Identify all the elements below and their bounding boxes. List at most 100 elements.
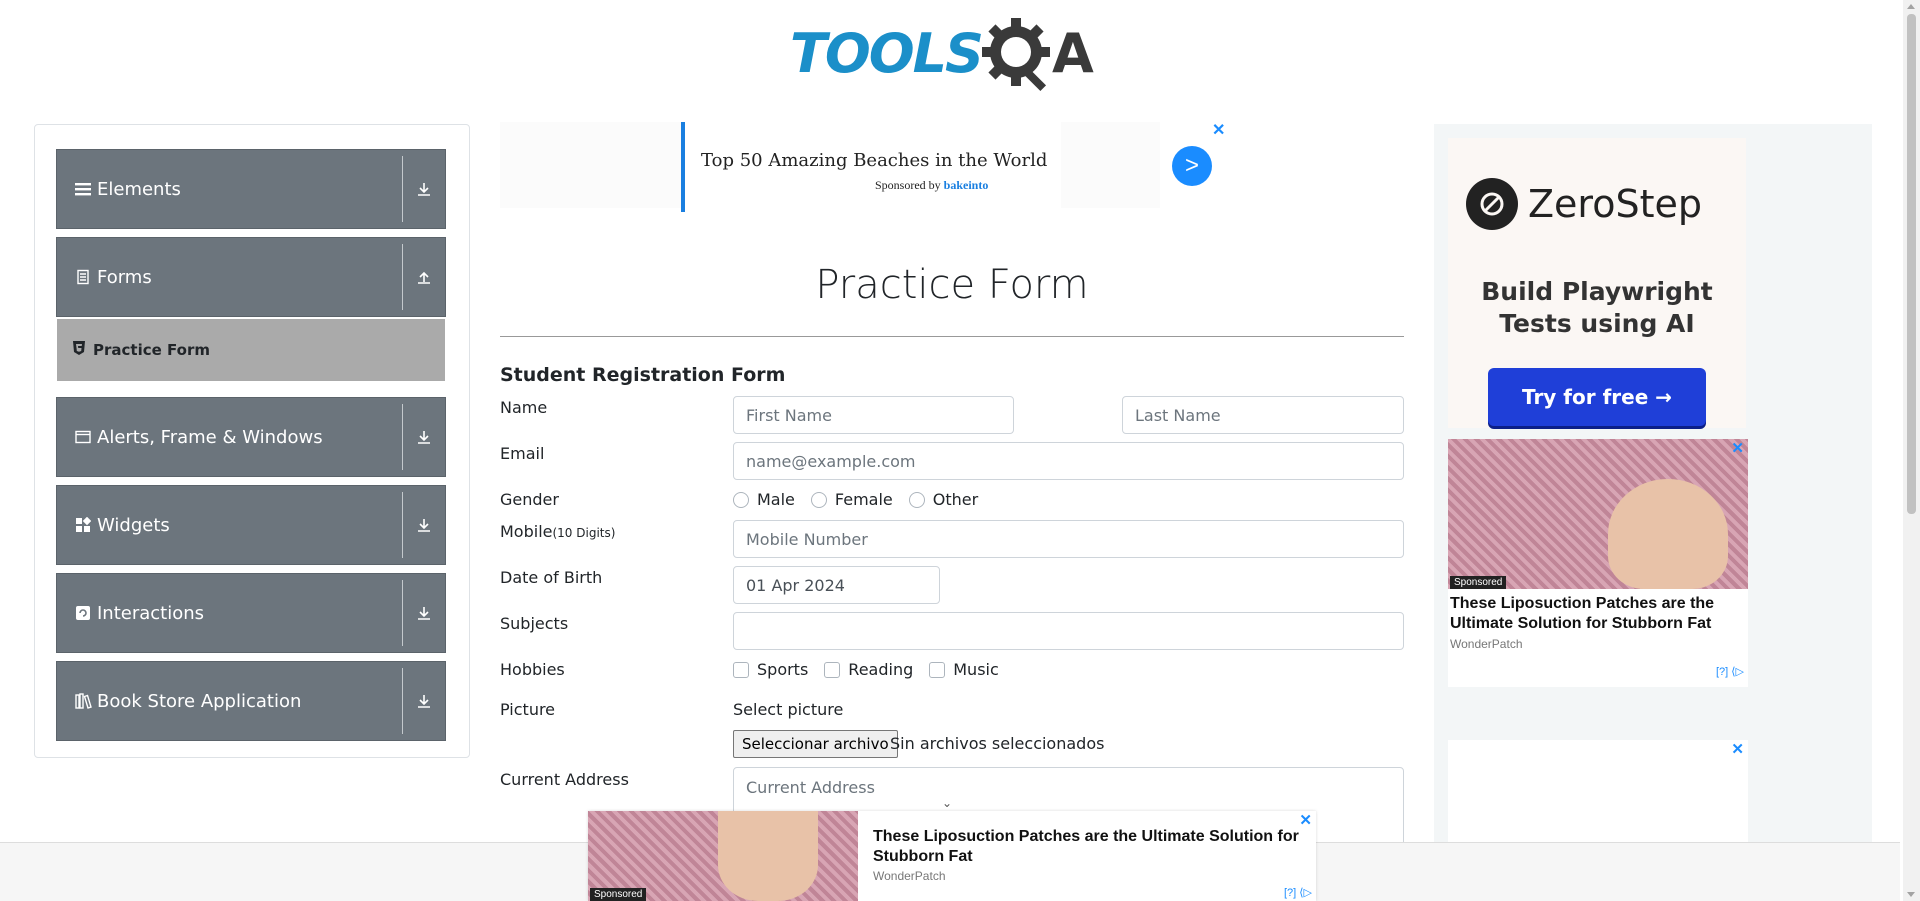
gender-male[interactable]: Male — [733, 490, 795, 509]
select-picture-label: Select picture — [733, 700, 844, 719]
ad-go-button[interactable]: > — [1172, 146, 1212, 186]
sidebar-group-alerts[interactable]: Alerts, Frame & Windows — [56, 397, 446, 477]
zerostep-tagline-line: Build Playwright — [1481, 277, 1713, 306]
mobile-hint: (10 Digits) — [552, 526, 616, 540]
ad-image[interactable]: Sponsored — [588, 811, 858, 901]
name-label: Name — [500, 398, 548, 417]
ad-image-skin — [1608, 479, 1728, 589]
logo-text: TOOLS — [790, 21, 984, 85]
hobby-option-label[interactable]: Sports — [757, 660, 808, 679]
hobby-music[interactable]: Music — [929, 660, 999, 679]
hobby-sports[interactable]: Sports — [733, 660, 808, 679]
email-label: Email — [500, 444, 545, 463]
last-name-placeholder: Last Name — [1135, 405, 1221, 425]
current-address-label: Current Address — [500, 770, 629, 789]
sidebar-group-elements[interactable]: Elements — [56, 149, 446, 229]
scroll-down-arrow[interactable] — [1907, 892, 1915, 897]
radio-button[interactable] — [908, 491, 925, 508]
empty-ad-slot: ✕ — [1448, 740, 1748, 844]
try-for-free-button[interactable]: Try for free → — [1488, 368, 1706, 426]
gender-female[interactable]: Female — [810, 490, 893, 509]
gender-options: Male Female Other — [733, 490, 994, 509]
ad-image[interactable]: Sponsored — [1448, 439, 1748, 589]
checkbox[interactable] — [929, 661, 946, 678]
checkbox[interactable] — [824, 661, 841, 678]
ad-content[interactable]: Top 50 Amazing Beaches in the World Spon… — [681, 122, 1061, 212]
email-input[interactable]: name@example.com — [733, 442, 1404, 480]
sidebar-group-label: Book Store Application — [97, 690, 302, 712]
gear-magnifier-icon — [981, 18, 1052, 92]
html5-icon — [73, 340, 85, 360]
choose-file-button[interactable]: Seleccionar archivo — [733, 730, 898, 758]
sidebar-group-forms[interactable]: Forms — [56, 237, 446, 317]
ad-sponsor-name[interactable]: bakeinto — [944, 178, 989, 192]
ad-title[interactable]: These Liposuction Patches are the Ultima… — [873, 827, 1303, 867]
ad-brand: WonderPatch — [1450, 637, 1523, 651]
gender-option-label[interactable]: Male — [757, 490, 795, 509]
subjects-input[interactable] — [733, 612, 1404, 650]
zerostep-icon — [1466, 178, 1518, 230]
toolsqa-logo[interactable]: TOOLS A — [790, 14, 1116, 92]
download-icon — [403, 517, 445, 533]
mobile-label-text: Mobile — [500, 522, 553, 541]
file-status: Sin archivos seleccionados — [890, 734, 1105, 753]
books-icon — [75, 693, 92, 709]
last-name-input[interactable]: Last Name — [1122, 396, 1404, 434]
bottom-banner-ad[interactable]: Sponsored ✕ These Liposuction Patches ar… — [588, 811, 1316, 901]
sidebar-group-interactions[interactable]: Interactions — [56, 573, 446, 653]
chevron-down-icon[interactable]: ⌄ — [942, 796, 952, 810]
widgets-icon — [75, 516, 92, 533]
close-icon[interactable]: ✕ — [1731, 740, 1744, 758]
zerostep-tagline-line: Tests using AI — [1499, 309, 1695, 338]
document-icon — [75, 269, 91, 285]
date-of-birth-input[interactable]: 01 Apr 2024 — [733, 566, 940, 604]
site-header: TOOLS A — [0, 0, 1900, 100]
sidebar-group-label: Interactions — [97, 602, 205, 624]
radio-button[interactable] — [810, 491, 827, 508]
logo-suffix: A — [1051, 21, 1094, 85]
ad-brand: WonderPatch — [873, 869, 946, 883]
page-scrollbar[interactable] — [1903, 0, 1920, 901]
ad-sponsor-prefix: Sponsored by — [875, 178, 941, 192]
gender-other[interactable]: Other — [908, 490, 978, 509]
first-name-input[interactable]: First Name — [733, 396, 1014, 434]
gender-option-label[interactable]: Other — [933, 490, 978, 509]
close-icon[interactable]: ✕ — [1731, 439, 1744, 457]
hobby-option-label[interactable]: Reading — [848, 660, 913, 679]
picture-label: Picture — [500, 700, 556, 719]
ad-sponsor: Sponsored by bakeinto — [875, 178, 988, 193]
hobby-option-label[interactable]: Music — [953, 660, 999, 679]
gender-label: Gender — [500, 490, 559, 509]
zerostep-logo: ZeroStep — [1466, 178, 1702, 230]
scroll-up-arrow[interactable] — [1907, 4, 1915, 9]
checkbox[interactable] — [733, 661, 749, 678]
zerostep-tagline: Build Playwright Tests using AI — [1448, 276, 1746, 340]
scroll-thumb[interactable] — [1907, 14, 1916, 514]
ad-title[interactable]: Top 50 Amazing Beaches in the World — [701, 150, 1047, 171]
dob-value: 01 Apr 2024 — [746, 575, 845, 595]
sidebar-item-practice-form[interactable]: Practice Form — [57, 319, 445, 381]
sidebar-group-label: Widgets — [97, 514, 170, 536]
sidebar-group-label: Alerts, Frame & Windows — [97, 426, 323, 448]
close-icon[interactable]: ✕ — [1212, 120, 1225, 140]
adchoices-icon[interactable]: [?] ⟨▷ — [1284, 886, 1312, 899]
zerostep-ad[interactable]: ZeroStep Build Playwright Tests using AI… — [1448, 138, 1746, 428]
divider — [402, 404, 403, 470]
top-banner-ad[interactable]: Top 50 Amazing Beaches in the World Spon… — [500, 122, 1230, 212]
sidebar-group-widgets[interactable]: Widgets — [56, 485, 446, 565]
interactions-icon — [75, 605, 91, 621]
form-subtitle: Student Registration Form — [500, 364, 786, 386]
liposuction-ad[interactable]: Sponsored ✕ These Liposuction Patches ar… — [1448, 439, 1748, 687]
ad-title[interactable]: These Liposuction Patches are the Ultima… — [1450, 594, 1746, 634]
sidebar-item-label: Practice Form — [93, 341, 210, 359]
subjects-label: Subjects — [500, 614, 569, 633]
sidebar-group-book-store[interactable]: Book Store Application — [56, 661, 446, 741]
radio-button[interactable] — [733, 491, 749, 508]
hobby-options: Sports Reading Music — [733, 660, 1015, 679]
mobile-input[interactable]: Mobile Number — [733, 520, 1404, 558]
title-divider — [500, 336, 1404, 337]
hobby-reading[interactable]: Reading — [824, 660, 913, 679]
gender-option-label[interactable]: Female — [835, 490, 893, 509]
adchoices-icon[interactable]: [?] ⟨▷ — [1716, 665, 1744, 678]
email-placeholder: name@example.com — [746, 451, 916, 471]
